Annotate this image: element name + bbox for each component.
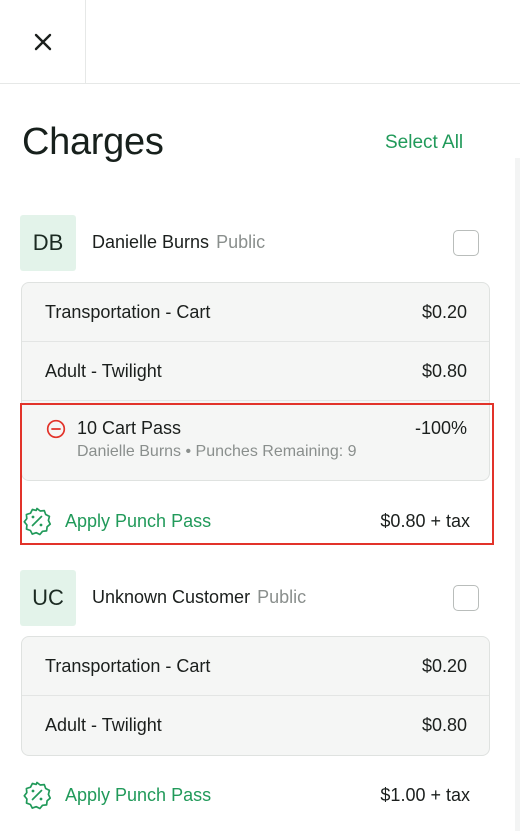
- apply-punch-pass-row[interactable]: Apply Punch Pass $0.80 + tax: [22, 505, 470, 537]
- charge-label: Transportation - Cart: [45, 656, 211, 676]
- discount-badge-icon[interactable]: [22, 506, 52, 536]
- punch-pass-name: 10 Cart Pass: [77, 418, 182, 438]
- charge-label: Adult - Twilight: [45, 715, 162, 735]
- close-icon: [34, 33, 51, 50]
- customer-checkbox[interactable]: [453, 230, 479, 256]
- customer-name: Danielle Burns: [92, 232, 210, 252]
- customer-type: Public: [257, 587, 307, 607]
- customer-header: DB Danielle Burns Public: [20, 215, 490, 271]
- apply-punch-pass-button[interactable]: Apply Punch Pass: [65, 785, 211, 806]
- scrollbar-track[interactable]: [515, 158, 520, 831]
- discount-badge-icon[interactable]: [22, 780, 52, 810]
- select-all-button[interactable]: Select All: [385, 132, 463, 154]
- apply-punch-pass-button[interactable]: Apply Punch Pass: [65, 511, 211, 532]
- charge-row[interactable]: Adult - Twilight $0.80: [22, 696, 489, 755]
- punch-pass-row: 10 Cart Pass -100% Danielle Burns • Punc…: [22, 401, 489, 480]
- page-title: Charges: [22, 121, 164, 163]
- charge-row[interactable]: Transportation - Cart $0.20: [22, 637, 489, 696]
- customer-name-line: Danielle Burns Public: [92, 232, 265, 253]
- charges-list: Transportation - Cart $0.20 Adult - Twil…: [21, 636, 490, 756]
- punch-pass-discount: -100%: [414, 418, 467, 438]
- customer-name-line: Unknown Customer Public: [92, 587, 306, 608]
- customer-type: Public: [216, 232, 266, 252]
- avatar: DB: [20, 215, 76, 271]
- punch-pass-detail: Danielle Burns • Punches Remaining: 9: [77, 443, 357, 460]
- charges-list: Transportation - Cart $0.20 Adult - Twil…: [21, 282, 490, 481]
- charge-row[interactable]: Adult - Twilight $0.80: [22, 342, 489, 401]
- charge-amount: $0.20: [421, 302, 467, 322]
- apply-punch-pass-row[interactable]: Apply Punch Pass $1.00 + tax: [22, 779, 470, 811]
- customer-total: $0.80 + tax: [380, 511, 470, 531]
- remove-circle-icon[interactable]: [46, 419, 66, 439]
- charge-amount: $0.80: [421, 361, 467, 381]
- avatar: UC: [20, 570, 76, 626]
- customer-total: $1.00 + tax: [380, 785, 470, 805]
- top-bar: [0, 0, 520, 84]
- charge-amount: $0.20: [421, 656, 467, 676]
- customer-name: Unknown Customer: [92, 587, 251, 607]
- charge-row[interactable]: Transportation - Cart $0.20: [22, 283, 489, 342]
- charge-amount: $0.80: [421, 715, 467, 735]
- customer-header: UC Unknown Customer Public: [20, 570, 490, 626]
- charge-label: Adult - Twilight: [45, 361, 162, 381]
- charge-label: Transportation - Cart: [45, 302, 211, 322]
- close-button[interactable]: [0, 0, 86, 83]
- customer-checkbox[interactable]: [453, 585, 479, 611]
